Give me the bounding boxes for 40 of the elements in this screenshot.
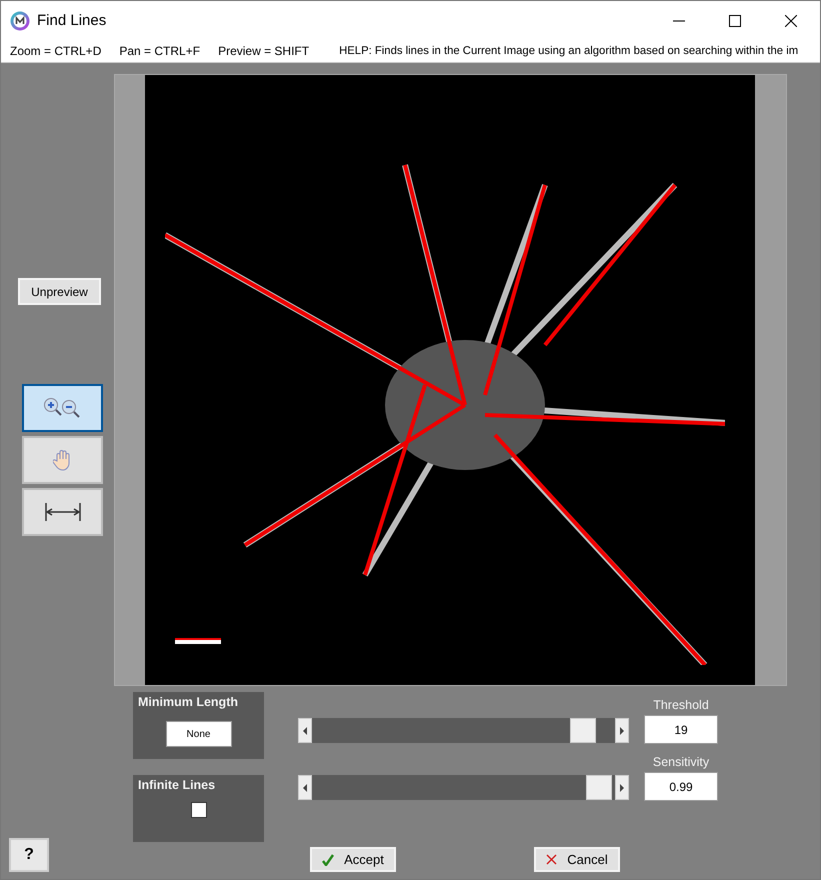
close-icon[interactable]	[785, 14, 797, 26]
unpreview-button[interactable]: Unpreview	[18, 278, 101, 305]
right-arrow-button[interactable]	[615, 775, 629, 800]
maximize-icon[interactable]	[729, 14, 741, 26]
right-triangle-icon	[620, 726, 624, 734]
zoom-tool-button[interactable]	[22, 384, 103, 432]
slider-label: Threshold	[653, 698, 709, 712]
hand-icon	[52, 449, 72, 471]
left-arrow-button[interactable]	[298, 775, 312, 800]
shortcut-text: Preview = SHIFT	[218, 44, 310, 58]
panel-label: Infinite Lines	[138, 778, 216, 792]
measure-icon	[42, 501, 82, 523]
window-title: Find Lines	[37, 12, 106, 29]
slider-thumb[interactable]	[586, 775, 612, 800]
app-logo-icon	[10, 10, 30, 30]
shortcut-text: Zoom = CTRL+D	[10, 44, 102, 58]
value-field[interactable]: 0.99	[644, 772, 718, 801]
slider-thumb[interactable]	[570, 718, 596, 743]
slider[interactable]	[298, 775, 629, 800]
cross-icon	[546, 854, 558, 865]
infinite-lines-checkbox[interactable]	[190, 802, 206, 818]
shortcut-text: Pan = CTRL+F	[119, 44, 200, 58]
value-field[interactable]: 19	[644, 715, 718, 744]
zoom-in-out-icon	[42, 397, 82, 419]
panel-label: Minimum Length	[138, 695, 238, 709]
left-triangle-icon	[303, 726, 307, 734]
left-triangle-icon	[303, 784, 307, 792]
right-triangle-icon	[620, 784, 624, 792]
slider[interactable]	[298, 718, 629, 743]
slider-label: Sensitivity	[652, 755, 710, 769]
help-button[interactable]: ?	[9, 838, 49, 872]
checkmark-icon	[322, 854, 334, 866]
right-arrow-button[interactable]	[615, 718, 629, 743]
help-text: HELP: Finds lines in the Current Image using an algorithm based on searching within the im	[339, 45, 798, 57]
minimum-length-button[interactable]: None	[166, 721, 232, 747]
left-arrow-button[interactable]	[298, 718, 312, 743]
cancel-button[interactable]: Cancel	[534, 847, 620, 872]
measure-tool-button[interactable]	[22, 488, 103, 536]
accept-button[interactable]: Accept	[310, 847, 396, 872]
scale-bar	[175, 638, 221, 644]
